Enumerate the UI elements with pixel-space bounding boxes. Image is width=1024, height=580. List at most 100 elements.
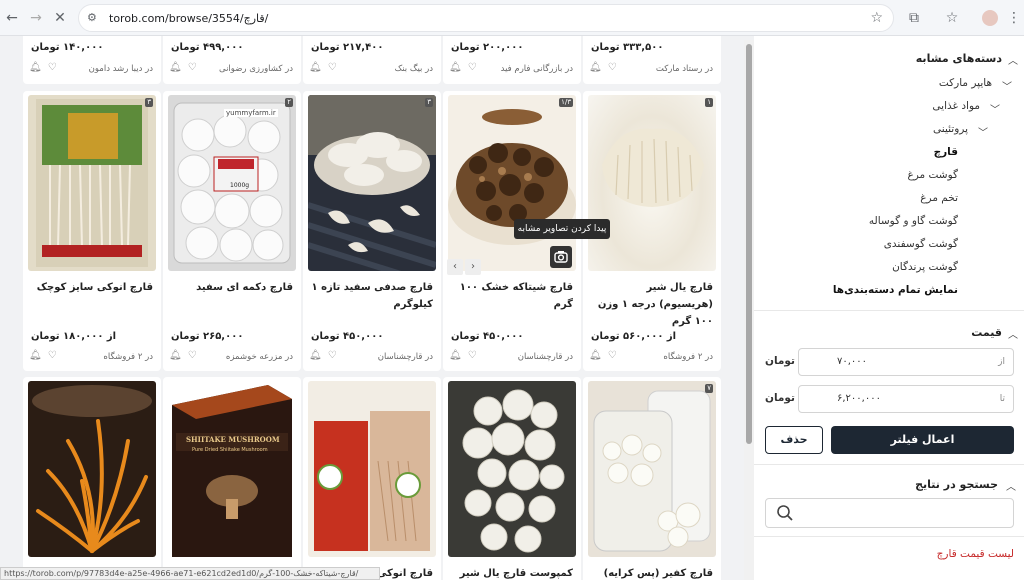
card-actions[interactable]: 🔔︎♡ xyxy=(29,62,63,73)
menu-icon[interactable]: ⋮ xyxy=(1004,8,1024,28)
bell-icon[interactable]: 🔔︎ xyxy=(29,350,48,361)
scrollbar-thumb[interactable] xyxy=(746,44,752,444)
extensions-icon[interactable]: ⧉ xyxy=(904,8,924,28)
address-bar[interactable]: ⚙ torob.com/browse/3554/قارچ/ ☆ xyxy=(78,4,894,32)
product-image[interactable]: ۱/۳ xyxy=(448,95,576,271)
card-actions[interactable]: 🔔︎♡ xyxy=(449,62,483,73)
category-eggs[interactable]: تخم مرغ xyxy=(920,192,958,204)
product-card[interactable]: قارچ انوکی و رب فلفل xyxy=(303,377,441,580)
heart-icon[interactable]: ♡ xyxy=(48,62,63,73)
heart-icon[interactable]: ♡ xyxy=(188,350,203,361)
card-actions[interactable]: 🔔︎♡ xyxy=(309,350,343,361)
product-image[interactable] xyxy=(448,381,576,557)
heart-icon[interactable]: ♡ xyxy=(608,62,623,73)
product-card[interactable]: کمپوست قارچ یال شیر ۲ xyxy=(443,377,581,580)
price-to-field[interactable]: تا ۶,۲۰۰,۰۰۰ xyxy=(798,385,1014,413)
bell-icon[interactable]: 🔔︎ xyxy=(449,350,468,361)
similar-categories-title[interactable]: دسته‌های مشابه xyxy=(916,52,1002,65)
bookmark-star-icon[interactable]: ☆ xyxy=(870,10,883,26)
stop-icon[interactable]: ✕ xyxy=(50,8,70,28)
category-protein[interactable]: پروتئینی xyxy=(933,123,968,135)
product-image[interactable]: ۳ xyxy=(28,95,156,271)
product-card[interactable]: ۳ قارچ صدفی سفید تازه ۱ کیلوگرم ۴۵۰,۰۰۰ … xyxy=(303,91,441,371)
category-hypermarket[interactable]: هایپر مارکت xyxy=(939,77,992,89)
product-card-top[interactable]: ۴۹۹,۰۰۰ تومان در کشاورزی رضوانی 🔔︎♡ xyxy=(163,36,301,84)
heart-icon[interactable]: ♡ xyxy=(48,350,63,361)
chevron-right-icon[interactable]: › xyxy=(465,259,481,275)
price-filter-title[interactable]: قیمت xyxy=(971,326,1002,339)
divider xyxy=(754,310,1024,311)
card-actions[interactable]: 🔔︎♡ xyxy=(589,350,623,361)
price-list-link[interactable]: لیست قیمت قارچ xyxy=(914,548,1014,560)
card-actions[interactable]: 🔔︎♡ xyxy=(449,350,483,361)
category-beef[interactable]: گوشت گاو و گوساله xyxy=(869,215,958,227)
product-shop: در ۲ فروشگاه xyxy=(103,352,153,362)
product-card-top[interactable]: ۲۰۰,۰۰۰ تومان در بازرگانی فارم فید 🔔︎♡ xyxy=(443,36,581,84)
site-info-icon[interactable]: ⚙ xyxy=(87,11,97,24)
heart-icon[interactable]: ♡ xyxy=(328,62,343,73)
product-image[interactable]: yummyfarm.ir 1000g ۲ xyxy=(168,95,296,271)
card-actions[interactable]: 🔔︎♡ xyxy=(169,350,203,361)
product-image[interactable]: SHIITAKE MUSHROOM Pure Dried Shiitake Mu… xyxy=(168,381,296,557)
product-image[interactable]: ۱ xyxy=(588,95,716,271)
apply-filter-button[interactable]: اعمال فیلتر xyxy=(831,426,1014,454)
product-card[interactable]: ۷ قارچ کفیر (پس کرایه) xyxy=(583,377,721,580)
product-card[interactable]: SHIITAKE MUSHROOM Pure Dried Shiitake Mu… xyxy=(163,377,301,580)
back-icon[interactable]: ← xyxy=(2,8,22,28)
chevron-up-icon[interactable]: ︿ xyxy=(1008,52,1018,67)
category-poultry[interactable]: گوشت پرندگان xyxy=(892,261,958,273)
product-card[interactable]: ۳ قارچ انوکی سایز کوچک از ۱۸۰,۰۰۰ تومان … xyxy=(23,91,161,371)
product-card-top[interactable]: ۱۴۰,۰۰۰ تومان در دیبا رشد دامون 🔔︎♡ xyxy=(23,36,161,84)
product-name: قارچ کفیر (پس کرایه) xyxy=(603,568,713,579)
bell-icon[interactable]: 🔔︎ xyxy=(169,350,188,361)
card-actions[interactable]: 🔔︎♡ xyxy=(29,350,63,361)
price-from-prefix: از xyxy=(998,357,1005,367)
chevron-down-icon[interactable]: ﹀ xyxy=(978,124,988,139)
category-chicken[interactable]: گوشت مرغ xyxy=(907,169,958,181)
product-card[interactable]: yummyfarm.ir 1000g ۲ قارچ دکمه ای سفید ۲… xyxy=(163,91,301,371)
card-actions[interactable]: 🔔︎♡ xyxy=(309,62,343,73)
chevron-down-icon[interactable]: ﹀ xyxy=(990,101,1000,116)
heart-icon[interactable]: ♡ xyxy=(188,62,203,73)
product-card-top[interactable]: ۲۱۷,۴۰۰ تومان در بیگ بنک 🔔︎♡ xyxy=(303,36,441,84)
category-food[interactable]: مواد غذایی xyxy=(932,100,980,112)
card-actions[interactable]: 🔔︎♡ xyxy=(589,62,623,73)
price-from-field[interactable]: از ۷۰,۰۰۰ xyxy=(798,348,1014,376)
chevron-down-icon[interactable]: ﹀ xyxy=(1002,78,1012,93)
product-image[interactable] xyxy=(308,381,436,557)
bell-icon[interactable]: 🔔︎ xyxy=(309,62,328,73)
search-in-results-input[interactable] xyxy=(765,498,1014,528)
profile-avatar[interactable] xyxy=(980,8,1000,28)
product-image[interactable] xyxy=(28,381,156,557)
card-actions[interactable]: 🔔︎♡ xyxy=(169,62,203,73)
reset-filter-button[interactable]: حذف xyxy=(765,426,823,454)
product-card-top[interactable]: ۳۳۳,۵۰۰ تومان در رستاد مارکت 🔔︎♡ xyxy=(583,36,721,84)
heart-icon[interactable]: ♡ xyxy=(468,62,483,73)
product-image[interactable]: ۳ xyxy=(308,95,436,271)
similar-images-button[interactable] xyxy=(550,246,572,268)
bell-icon[interactable]: 🔔︎ xyxy=(449,62,468,73)
bookmarks-icon[interactable]: ☆ xyxy=(942,8,962,28)
bell-icon[interactable]: 🔔︎ xyxy=(589,62,608,73)
product-name: کمپوست قارچ یال شیر ۲ xyxy=(459,568,573,579)
heart-icon[interactable]: ♡ xyxy=(608,350,623,361)
product-card[interactable] xyxy=(23,377,161,580)
category-mutton[interactable]: گوشت گوسفندی xyxy=(884,238,958,250)
chevron-up-icon[interactable]: ︿ xyxy=(1008,326,1018,341)
search-results-title[interactable]: جستجو در نتایج xyxy=(906,478,998,491)
heart-icon[interactable]: ♡ xyxy=(328,350,343,361)
search-icon[interactable] xyxy=(776,504,794,522)
chevron-up-icon[interactable]: ︿ xyxy=(1006,478,1016,493)
heart-icon[interactable]: ♡ xyxy=(468,350,483,361)
page-scrollbar[interactable] xyxy=(744,40,754,580)
bell-icon[interactable]: 🔔︎ xyxy=(589,350,608,361)
product-price: ۳۳۳,۵۰۰ تومان xyxy=(591,42,664,53)
show-all-categories-link[interactable]: نمایش تمام دسته‌بندی‌ها xyxy=(833,284,958,296)
chevron-left-icon[interactable]: ‹ xyxy=(447,259,463,275)
category-mushroom[interactable]: قارچ xyxy=(934,146,958,158)
bell-icon[interactable]: 🔔︎ xyxy=(29,62,48,73)
forward-icon[interactable]: → xyxy=(26,8,46,28)
product-image[interactable]: ۷ xyxy=(588,381,716,557)
bell-icon[interactable]: 🔔︎ xyxy=(169,62,188,73)
bell-icon[interactable]: 🔔︎ xyxy=(309,350,328,361)
